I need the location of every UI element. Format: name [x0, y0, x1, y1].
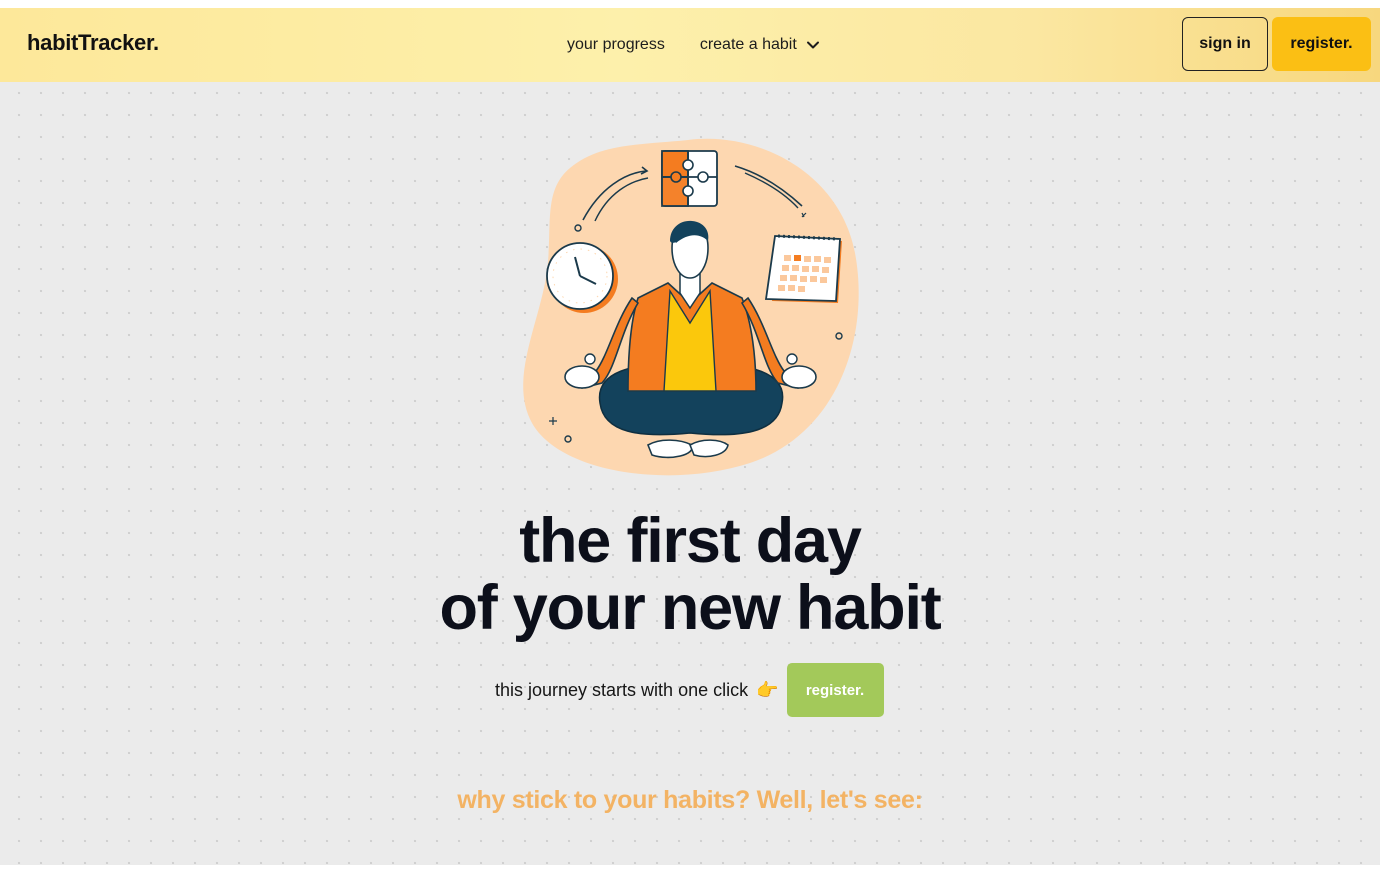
cta-row: this journey starts with one click 👉 reg…	[495, 663, 884, 717]
nav-links: your progress create a habit	[567, 8, 820, 82]
register-button-nav[interactable]: register.	[1272, 17, 1371, 71]
page: habitTracker. your progress create a hab…	[0, 8, 1380, 865]
headline-line-1: the first day	[519, 506, 862, 576]
cta-text: this journey starts with one click	[495, 679, 749, 700]
meditation-illustration	[523, 138, 859, 476]
navbar: habitTracker. your progress create a hab…	[0, 8, 1380, 82]
register-button-hero[interactable]: register.	[786, 663, 884, 717]
chevron-down-icon	[806, 41, 819, 49]
logo[interactable]: habitTracker.	[27, 30, 159, 56]
puzzle-icon	[661, 150, 718, 207]
calendar-icon	[764, 234, 842, 303]
section-subheading: why stick to your habits? Well, let's se…	[457, 786, 923, 814]
pointing-hand-icon: 👉	[756, 679, 779, 700]
nav-dropdown-create-habit[interactable]: create a habit	[700, 36, 820, 54]
hero-headline: the first day of your new habit	[0, 508, 1380, 642]
nav-link-your-progress[interactable]: your progress	[567, 36, 665, 54]
sign-in-button[interactable]: sign in	[1182, 17, 1268, 71]
headline-line-2: of your new habit	[439, 573, 941, 643]
nav-dropdown-label: create a habit	[699, 36, 797, 53]
